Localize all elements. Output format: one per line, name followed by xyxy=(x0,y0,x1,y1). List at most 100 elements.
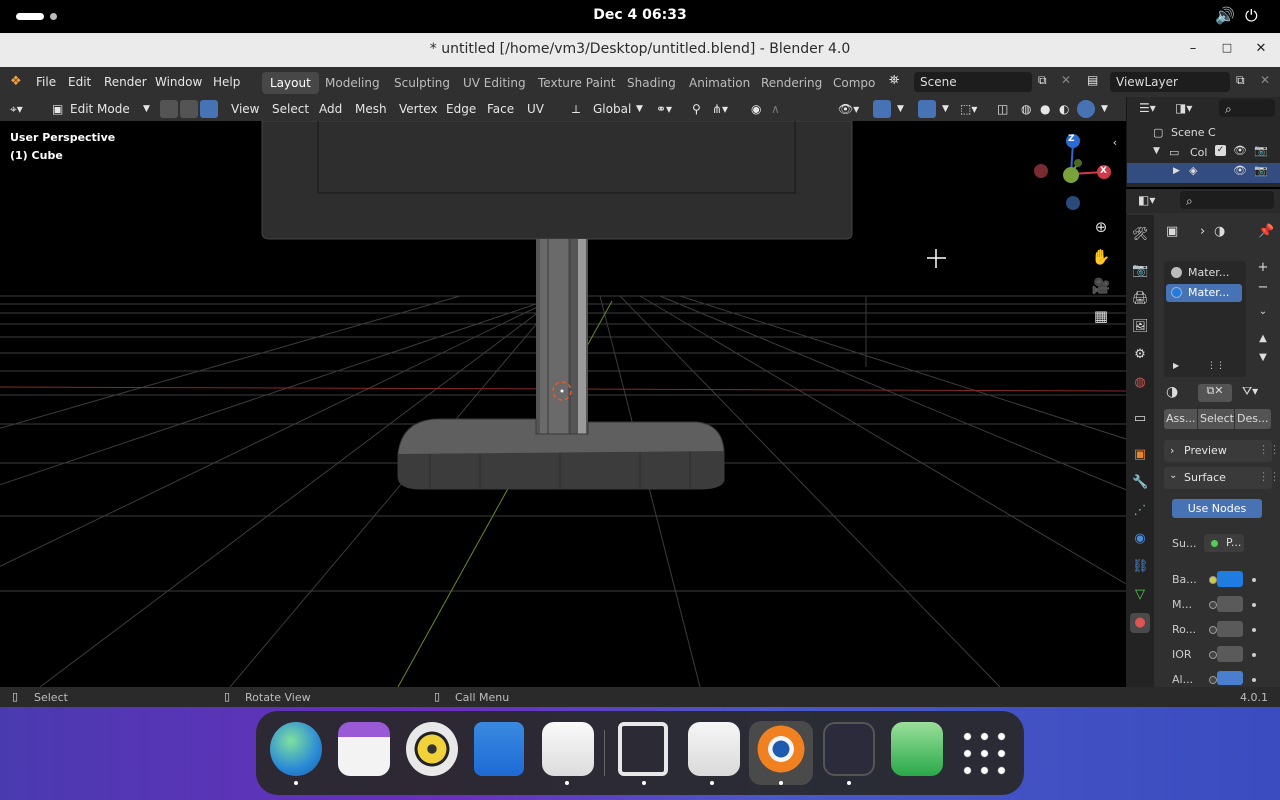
menu-file[interactable]: File xyxy=(36,75,56,89)
keyframe-dot-icon[interactable] xyxy=(1252,578,1256,582)
roughness-field[interactable] xyxy=(1217,621,1243,637)
scene-name-field[interactable]: Scene xyxy=(914,72,1032,92)
workspace-tab-modeling[interactable]: Modeling xyxy=(317,72,388,94)
collection-tab-icon[interactable]: ▭ xyxy=(1132,411,1148,427)
menu-render[interactable]: Render xyxy=(104,75,147,89)
header-menu-mesh[interactable]: Mesh xyxy=(355,102,387,116)
wireframe-shading-icon[interactable]: ◍ xyxy=(1021,102,1031,116)
remove-view-layer-icon[interactable]: ✕ xyxy=(1260,73,1270,87)
grid-ortho-icon[interactable]: ▦ xyxy=(1089,304,1113,328)
remove-scene-icon[interactable]: ✕ xyxy=(1061,73,1071,87)
gizmo-x-label[interactable]: X xyxy=(1100,166,1107,176)
render-camera-icon[interactable]: 📷 xyxy=(1254,144,1268,157)
surface-panel-header[interactable]: ⌄ Surface ⋮⋮ xyxy=(1164,467,1280,489)
add-slot-icon[interactable]: + xyxy=(1255,260,1271,276)
music-icon[interactable] xyxy=(406,722,458,776)
resize-handle-icon[interactable]: ⋮⋮ xyxy=(1207,361,1225,371)
expand-list-icon[interactable]: ▶ xyxy=(1173,361,1179,370)
visibility-icon[interactable]: 👁▾ xyxy=(838,102,859,116)
face-select-button[interactable] xyxy=(200,100,218,118)
text-editor-icon[interactable] xyxy=(688,722,740,776)
vertex-select-button[interactable] xyxy=(160,100,178,118)
ior-field[interactable] xyxy=(1217,646,1243,662)
pivot-point-icon[interactable]: ⚭▾ xyxy=(656,102,672,116)
tool-tab-icon[interactable]: 🛠 xyxy=(1132,227,1149,243)
rendered-shading-button[interactable] xyxy=(1077,100,1095,118)
volume-icon[interactable]: 🔊 xyxy=(1215,6,1235,25)
data-tab-icon[interactable]: ▽ xyxy=(1132,587,1148,603)
gizmo-toggle-button[interactable] xyxy=(873,100,891,118)
material-tab-icon[interactable]: ● xyxy=(1130,613,1150,633)
keyframe-dot-icon[interactable] xyxy=(1252,678,1256,682)
scene-selector-icon[interactable]: ⛯ xyxy=(889,73,899,88)
header-menu-edge[interactable]: Edge xyxy=(446,102,476,116)
workspace-tab-layout[interactable]: Layout xyxy=(262,72,319,94)
eye-icon[interactable]: 👁 xyxy=(1233,164,1247,177)
workspace-dot[interactable] xyxy=(50,13,57,20)
pan-hand-icon[interactable]: ✋ xyxy=(1089,245,1113,269)
mesh-edit-overlay-icon[interactable]: ⬚▾ xyxy=(960,102,977,116)
software-icon[interactable] xyxy=(542,722,594,776)
app-grid-icon[interactable] xyxy=(959,728,1007,776)
menu-help[interactable]: Help xyxy=(213,75,240,89)
keyframe-dot-icon[interactable] xyxy=(1252,628,1256,632)
outliner-search-input[interactable]: ⌕ xyxy=(1219,99,1275,117)
blender-icon[interactable] xyxy=(755,722,807,776)
properties-editor-icon[interactable]: ◧▾ xyxy=(1138,193,1155,207)
material-slot-1[interactable]: Mater... xyxy=(1166,264,1242,282)
physics-tab-icon[interactable]: ◉ xyxy=(1132,531,1148,547)
node-link-icon[interactable]: ⛛▾ xyxy=(1242,384,1258,399)
menu-edit[interactable]: Edit xyxy=(68,75,91,89)
exclude-checkbox[interactable]: ✓ xyxy=(1215,145,1226,156)
files-icon[interactable] xyxy=(474,722,524,776)
slot-specials-icon[interactable]: ⌄ xyxy=(1255,306,1271,317)
workspace-tab-animation[interactable]: Animation xyxy=(681,72,758,94)
header-menu-uv[interactable]: UV xyxy=(527,102,544,116)
render-tab-icon[interactable]: 📷 xyxy=(1132,263,1148,279)
value-socket-icon[interactable] xyxy=(1209,676,1217,684)
workspace-tab-sculpting[interactable]: Sculpting xyxy=(386,72,458,94)
surface-shader-selector[interactable]: P... xyxy=(1204,534,1244,552)
properties-search-input[interactable]: ⌕ xyxy=(1180,191,1274,209)
move-slot-up-icon[interactable]: ▲ xyxy=(1255,333,1271,344)
workspace-tab-compositing[interactable]: Compo xyxy=(825,72,877,94)
transform-orientation-selector[interactable]: Global xyxy=(593,102,631,116)
material-slot-2[interactable]: Mater... xyxy=(1166,284,1242,302)
editor-type-icon[interactable]: ⌖▾ xyxy=(10,102,23,117)
remove-slot-icon[interactable]: − xyxy=(1255,280,1271,296)
particles-tab-icon[interactable]: ⋰ xyxy=(1132,503,1148,519)
header-menu-view[interactable]: View xyxy=(231,102,259,116)
maximize-button[interactable]: □ xyxy=(1218,41,1236,54)
new-view-layer-icon[interactable]: ⧉ xyxy=(1236,73,1245,88)
drag-handle-icon[interactable]: ⋮⋮ xyxy=(1258,470,1280,483)
deselect-material-button[interactable]: Des... xyxy=(1235,409,1271,429)
preview-panel-header[interactable]: › Preview ⋮⋮ xyxy=(1164,440,1280,462)
color-socket-icon[interactable] xyxy=(1209,576,1217,584)
falloff-icon[interactable]: ∧ xyxy=(771,102,780,116)
new-scene-icon[interactable]: ⧉ xyxy=(1038,73,1047,88)
outliner-collection[interactable]: Col xyxy=(1190,146,1207,159)
modifier-tab-icon[interactable]: 🔧 xyxy=(1132,475,1148,491)
snap-target-icon[interactable]: ⋔▾ xyxy=(712,102,728,116)
assign-button[interactable]: Ass... xyxy=(1164,409,1197,429)
trash-icon[interactable] xyxy=(891,722,943,776)
minimize-button[interactable]: – xyxy=(1184,41,1202,56)
output-tab-icon[interactable]: 🖨 xyxy=(1132,291,1149,307)
workspace-tab-texture-paint[interactable]: Texture Paint xyxy=(530,72,623,94)
use-nodes-button[interactable]: Use Nodes xyxy=(1172,499,1262,518)
edge-select-button[interactable] xyxy=(180,100,198,118)
browser-icon[interactable] xyxy=(270,722,322,776)
activities-indicator[interactable] xyxy=(16,13,44,20)
workspace-tab-rendering[interactable]: Rendering xyxy=(753,72,830,94)
value-socket-icon[interactable] xyxy=(1209,626,1217,634)
keyframe-dot-icon[interactable] xyxy=(1252,653,1256,657)
base-color-swatch[interactable] xyxy=(1217,571,1243,587)
world-tab-icon[interactable]: ◍ xyxy=(1132,375,1148,391)
material-datablock-icon[interactable]: ⧉✕ xyxy=(1198,384,1232,402)
viewport-scene[interactable] xyxy=(0,121,1126,687)
zoom-icon[interactable]: ⊕ xyxy=(1089,215,1113,239)
xray-toggle-icon[interactable]: ◫ xyxy=(997,102,1008,116)
eye-icon[interactable]: 👁 xyxy=(1233,144,1247,157)
view-layer-tab-icon[interactable]: 🖼 xyxy=(1132,319,1149,335)
render-camera-icon[interactable]: 📷 xyxy=(1254,164,1268,177)
